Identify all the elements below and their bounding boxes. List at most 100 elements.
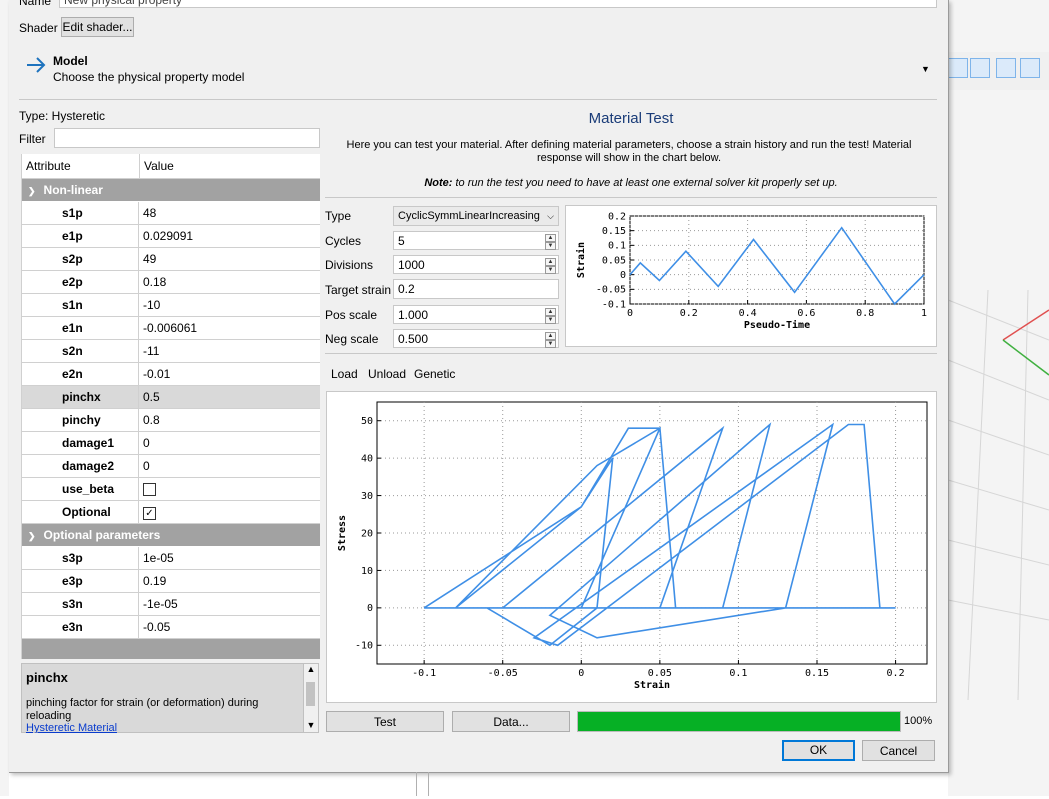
row-name: damage2 [22,455,139,477]
x-tick-label: 1 [921,308,927,319]
table-row[interactable]: s1p 48 [22,202,320,225]
table-row[interactable]: s2p 49 [22,248,320,271]
table-row[interactable]: e3p 0.19 [22,570,320,593]
filter-label: Filter [19,132,46,146]
table-row[interactable]: use_beta [22,478,320,501]
x-tick-label: 0 [627,308,633,319]
y-tick-label: 20 [361,528,373,539]
chevron-down-icon: ❯ [28,531,36,541]
group-optional-parameters[interactable]: ❯ Optional parameters [22,524,320,547]
row-value[interactable]: -1e-05 [139,593,320,615]
scroll-down-icon[interactable]: ▼ [304,720,318,730]
optional-checkbox[interactable]: ✓ [143,507,156,520]
pos-scale-stepper[interactable]: 1.000 ▲ ▼ [393,305,559,324]
group-non-linear[interactable]: ❯ Non-linear [22,179,320,202]
x-axis-label: Strain [634,679,670,691]
scroll-thumb[interactable] [306,682,315,706]
row-value[interactable]: 1e-05 [139,547,320,569]
progress-bar [577,711,901,732]
view-icon-2[interactable] [970,58,990,78]
row-name: e1p [22,225,139,247]
row-value[interactable]: -10 [139,294,320,316]
row-name: s2p [22,248,139,270]
table-row[interactable]: Optional ✓ [22,501,320,524]
table-row[interactable]: e2p 0.18 [22,271,320,294]
stress-strain-svg: -0.1 -0.05 0 0.05 0.1 0.15 0.2 -10 0 10 20 30 40 50 St… [337,401,928,691]
data-button[interactable]: Data... [452,711,570,732]
row-name: e3n [22,616,139,638]
scroll-up-icon[interactable]: ▲ [304,664,318,674]
table-row[interactable]: damage1 0 [22,432,320,455]
chevron-down-icon[interactable]: ▼ [921,64,930,74]
y-tick-label: -0.05 [596,285,626,296]
x-tick-label: 0.2 [887,668,905,679]
neg-scale-stepper[interactable]: 0.500 ▲ ▼ [393,329,559,348]
divisions-stepper[interactable]: 1000 ▲ ▼ [393,255,559,274]
table-row[interactable]: s3n -1e-05 [22,593,320,616]
shader-label: Shader [19,21,58,35]
row-value[interactable]: -0.05 [139,616,320,638]
edit-shader-button[interactable]: Edit shader... [61,17,134,37]
view-icon-4[interactable] [1020,58,1040,78]
type-dropdown[interactable]: CyclicSymmLinearIncreasing ⌵ [393,206,559,226]
divider [325,197,937,198]
spin-icon[interactable]: ▲ ▼ [545,308,556,324]
name-field[interactable]: New physical property [59,0,937,8]
table-row[interactable]: s3p 1e-05 [22,547,320,570]
tab-genetic[interactable]: Genetic [414,367,455,381]
row-value[interactable]: -0.006061 [139,317,320,339]
table-row[interactable]: s2n -11 [22,340,320,363]
spin-icon[interactable]: ▲ ▼ [545,234,556,250]
table-row-selected[interactable]: pinchx 0.5 [22,386,320,409]
row-value[interactable]: 0 [139,432,320,454]
spin-icon[interactable]: ▲ ▼ [545,258,556,274]
table-row[interactable]: damage2 0 [22,455,320,478]
tab-unload[interactable]: Unload [368,367,406,381]
table-row[interactable]: pinchy 0.8 [22,409,320,432]
table-row[interactable]: e2n -0.01 [22,363,320,386]
y-tick-label: 10 [361,566,373,577]
row-value[interactable]: 0.8 [139,409,320,431]
row-value[interactable]: 0.19 [139,570,320,592]
spin-icon[interactable]: ▲ ▼ [545,332,556,348]
target-strain-input[interactable]: 0.2 [393,279,559,299]
cancel-button[interactable]: Cancel [862,740,935,761]
row-value[interactable]: 0.5 [139,386,320,408]
column-value[interactable]: Value [140,154,174,178]
row-value[interactable]: 0.029091 [139,225,320,247]
x-tick-label: 0.05 [648,668,672,679]
y-axis-label: Stress [337,515,348,551]
y-axis-label: Strain [575,242,587,278]
strain-history-svg: 0 0.2 0.4 0.6 0.8 1 -0.1 -0.05 0 0.05 0.1 0.15 0.2 Ps… [575,211,927,331]
type-text: Type: Hysteretic [19,109,106,123]
test-button[interactable]: Test [326,711,444,732]
viewport-3d[interactable] [947,0,1049,796]
row-value[interactable]: 0 [139,455,320,477]
y-tick-label: 0 [620,270,626,281]
row-value[interactable]: -11 [139,340,320,362]
tab-load[interactable]: Load [331,367,358,381]
material-test-title: Material Test [588,110,674,127]
row-value[interactable]: 0.18 [139,271,320,293]
arrow-right-icon [25,55,47,78]
ok-button[interactable]: OK [782,740,855,761]
help-scrollbar[interactable]: ▲ ▼ [303,664,318,732]
help-link[interactable]: Hysteretic Material [26,723,117,733]
background-app-left [0,0,9,796]
row-value[interactable]: 48 [139,202,320,224]
row-name: e1n [22,317,139,339]
use-beta-checkbox[interactable] [143,483,156,496]
table-row[interactable]: e1p 0.029091 [22,225,320,248]
row-value[interactable]: 49 [139,248,320,270]
filter-input[interactable] [54,128,320,148]
model-title: Model [53,54,88,68]
pos-scale-label: Pos scale [325,308,378,322]
table-row[interactable]: s1n -10 [22,294,320,317]
table-row[interactable]: e3n -0.05 [22,616,320,639]
column-attribute[interactable]: Attribute [22,154,140,178]
table-row[interactable]: e1n -0.006061 [22,317,320,340]
view-icon-1[interactable] [948,58,968,78]
cycles-stepper[interactable]: 5 ▲ ▼ [393,231,559,250]
view-icon-3[interactable] [996,58,1016,78]
row-value[interactable]: -0.01 [139,363,320,385]
